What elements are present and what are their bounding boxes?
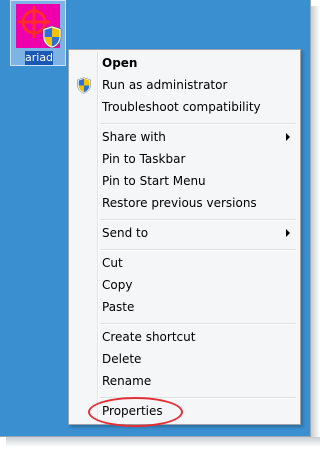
- menu-item-troubleshoot-compatibility[interactable]: Troubleshoot compatibility: [71, 96, 298, 118]
- menu-item-delete[interactable]: Delete: [71, 348, 298, 370]
- menu-item-send-to[interactable]: Send to: [71, 222, 298, 244]
- menu-item-label: Restore previous versions: [102, 196, 257, 210]
- properties-highlight-circle: [88, 397, 183, 427]
- menu-item-rename[interactable]: Rename: [71, 370, 298, 392]
- menu-item-label: Run as administrator: [102, 78, 228, 92]
- uac-shield-icon: [77, 77, 91, 94]
- menu-item-label: Delete: [102, 352, 142, 366]
- desktop-icon-ariad[interactable]: ariad: [10, 0, 66, 66]
- menu-item-label: Cut: [102, 256, 123, 270]
- menu-item-label: Copy: [102, 278, 133, 292]
- submenu-arrow-icon: [286, 229, 290, 237]
- menu-item-label: Pin to Taskbar: [102, 152, 186, 166]
- menu-item-label: Open: [102, 56, 138, 70]
- menu-item-label: Share with: [102, 130, 166, 144]
- menu-separator: [100, 219, 296, 221]
- menu-separator: [100, 323, 296, 325]
- menu-item-label: Create shortcut: [102, 330, 196, 344]
- submenu-arrow-icon: [286, 133, 290, 141]
- menu-item-label: Troubleshoot compatibility: [102, 100, 261, 114]
- desktop-icon-label: ariad: [25, 51, 54, 65]
- menu-item-label: Send to: [102, 226, 149, 240]
- uac-shield-icon: [42, 25, 62, 49]
- screenshot-shadow-bottom: [6, 437, 320, 447]
- menu-item-pin-to-start-menu[interactable]: Pin to Start Menu: [71, 170, 298, 192]
- context-menu: Open Run as administrator Troubleshoot c…: [68, 49, 301, 425]
- menu-item-label: Rename: [102, 374, 152, 388]
- menu-item-restore-previous-versions[interactable]: Restore previous versions: [71, 192, 298, 214]
- menu-item-open[interactable]: Open: [71, 52, 298, 74]
- menu-item-run-as-administrator[interactable]: Run as administrator: [71, 74, 298, 96]
- menu-separator: [100, 249, 296, 251]
- screenshot-shadow-right: [311, 6, 320, 444]
- menu-item-create-shortcut[interactable]: Create shortcut: [71, 326, 298, 348]
- menu-item-paste[interactable]: Paste: [71, 296, 298, 318]
- menu-item-share-with[interactable]: Share with: [71, 126, 298, 148]
- menu-item-copy[interactable]: Copy: [71, 274, 298, 296]
- menu-item-label: Paste: [102, 300, 135, 314]
- menu-item-label: Pin to Start Menu: [102, 174, 206, 188]
- menu-separator: [100, 123, 296, 125]
- menu-item-cut[interactable]: Cut: [71, 252, 298, 274]
- menu-item-pin-to-taskbar[interactable]: Pin to Taskbar: [71, 148, 298, 170]
